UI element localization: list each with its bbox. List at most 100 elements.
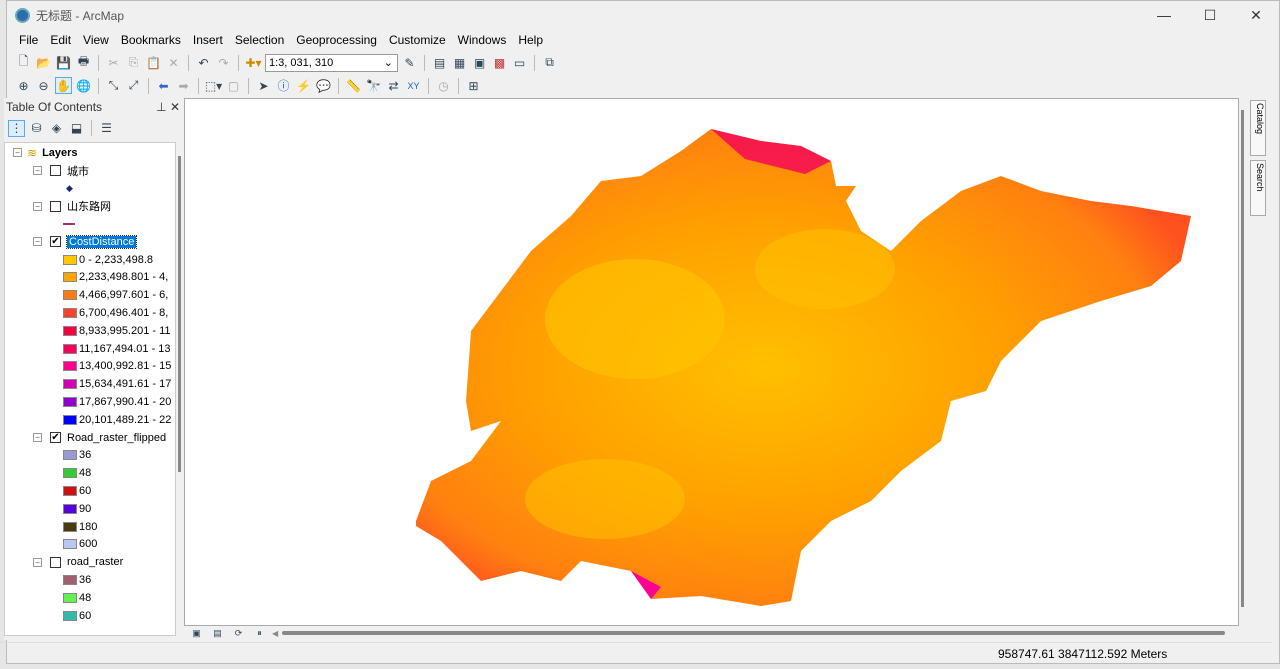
options-icon[interactable]: ☰ bbox=[98, 120, 115, 137]
new-icon[interactable]: 🗋 bbox=[15, 54, 32, 71]
search-window-icon[interactable]: ▣ bbox=[471, 54, 488, 71]
layer-visibility-checkbox[interactable] bbox=[50, 165, 61, 176]
catalog-window-icon[interactable]: ▦ bbox=[451, 54, 468, 71]
find-icon[interactable]: 🔭 bbox=[365, 77, 382, 94]
toc-scrollbar[interactable] bbox=[176, 142, 184, 636]
forward-extent-icon[interactable]: ➡ bbox=[175, 77, 192, 94]
pan-icon[interactable]: ✋ bbox=[55, 77, 72, 94]
layer-row[interactable]: − road_raster bbox=[33, 554, 123, 571]
refresh-icon[interactable]: ⟳ bbox=[230, 625, 247, 642]
list-by-visibility-icon[interactable]: ◈ bbox=[48, 120, 65, 137]
print-icon[interactable]: 🖶 bbox=[75, 54, 92, 71]
measure-icon[interactable]: 📏 bbox=[345, 77, 362, 94]
data-view-icon[interactable]: ▣ bbox=[188, 625, 205, 642]
goto-xy-icon[interactable]: XY bbox=[405, 77, 422, 94]
color-swatch bbox=[63, 325, 77, 336]
menu-geoprocessing[interactable]: Geoprocessing bbox=[290, 33, 383, 47]
html-popup-icon[interactable]: 💬 bbox=[315, 77, 332, 94]
paste-icon[interactable]: 📋 bbox=[145, 54, 162, 71]
pause-icon[interactable]: ⏸ bbox=[251, 625, 268, 642]
delete-icon[interactable]: ✕ bbox=[165, 54, 182, 71]
legend-item: 60 bbox=[63, 482, 91, 499]
menu-edit[interactable]: Edit bbox=[44, 33, 77, 47]
layer-visibility-checkbox[interactable]: ✔ bbox=[50, 236, 61, 248]
modelbuilder-icon[interactable]: ⧉ bbox=[541, 54, 558, 71]
legend-item bbox=[63, 215, 75, 232]
legend-item: 11,167,494.01 - 13 bbox=[63, 340, 171, 357]
menu-file[interactable]: File bbox=[13, 33, 44, 47]
list-by-selection-icon[interactable]: ⬓ bbox=[68, 120, 85, 137]
select-features-icon[interactable]: ⬚▾ bbox=[205, 77, 222, 94]
menu-windows[interactable]: Windows bbox=[452, 33, 513, 47]
editor-icon[interactable]: ✎ bbox=[401, 54, 418, 71]
menu-customize[interactable]: Customize bbox=[383, 33, 452, 47]
create-viewer-icon[interactable]: ⊞ bbox=[465, 77, 482, 94]
catalog-tab[interactable]: Catalog bbox=[1250, 100, 1266, 156]
layer-visibility-checkbox[interactable] bbox=[50, 556, 61, 568]
open-icon[interactable]: 📂 bbox=[35, 54, 52, 71]
scale-dropdown[interactable]: 1:3, 031, 310 ⌄ bbox=[265, 53, 398, 72]
collapse-icon[interactable]: − bbox=[33, 166, 42, 175]
list-by-drawing-order-icon[interactable]: ⋮ bbox=[8, 119, 25, 137]
close-button[interactable]: ✕ bbox=[1233, 1, 1279, 29]
menu-help[interactable]: Help bbox=[512, 33, 549, 47]
collapse-icon[interactable]: − bbox=[13, 148, 22, 157]
color-swatch bbox=[63, 468, 77, 479]
python-window-icon[interactable]: ▭ bbox=[511, 54, 528, 71]
layer-name[interactable]: 山东路网 bbox=[67, 198, 111, 214]
zoom-in-icon[interactable]: ⊕ bbox=[15, 77, 32, 94]
clear-selection-icon[interactable]: ▢ bbox=[225, 77, 242, 94]
toc-close-icon[interactable]: ✕ bbox=[170, 100, 180, 114]
copy-icon[interactable]: ⎘ bbox=[125, 54, 142, 71]
add-data-icon[interactable]: ✚▾ bbox=[245, 54, 262, 71]
redo-icon[interactable]: ↷ bbox=[215, 54, 232, 71]
layer-name[interactable]: 城市 bbox=[67, 163, 89, 179]
scroll-thumb[interactable] bbox=[282, 631, 1225, 635]
identify-icon[interactable]: ⓘ bbox=[275, 77, 292, 94]
menu-insert[interactable]: Insert bbox=[187, 33, 229, 47]
collapse-icon[interactable]: − bbox=[33, 557, 42, 567]
layers-root[interactable]: Layers bbox=[42, 147, 77, 159]
minimize-button[interactable]: — bbox=[1141, 1, 1187, 29]
arctoolbox-icon[interactable]: ▩ bbox=[491, 54, 508, 71]
maximize-button[interactable]: ☐ bbox=[1187, 1, 1233, 29]
back-extent-icon[interactable]: ⬅ bbox=[155, 77, 172, 94]
layer-row[interactable]: − ✔ Road_raster_flipped bbox=[33, 429, 166, 446]
menu-bookmarks[interactable]: Bookmarks bbox=[115, 33, 187, 47]
map-horizontal-scrollbar[interactable]: ▣ ▤ ⟳ ⏸ ◀ bbox=[184, 627, 1239, 639]
list-by-source-icon[interactable]: ⛁ bbox=[28, 120, 45, 137]
menu-bar: File Edit View Bookmarks Insert Selection Geop… bbox=[7, 29, 1279, 51]
collapse-icon[interactable]: − bbox=[33, 201, 42, 211]
toc-window-icon[interactable]: ▤ bbox=[431, 54, 448, 71]
layout-view-icon[interactable]: ▤ bbox=[209, 625, 226, 642]
map-view[interactable] bbox=[184, 98, 1239, 626]
select-elements-icon[interactable]: ➤ bbox=[255, 77, 272, 94]
save-icon[interactable]: 💾 bbox=[55, 54, 72, 71]
pin-icon[interactable]: ⊥ bbox=[156, 100, 166, 114]
hyperlink-icon[interactable]: ⚡ bbox=[295, 77, 312, 94]
full-extent-icon[interactable]: 🌐 bbox=[75, 77, 92, 94]
layer-row[interactable]: − 城市 bbox=[33, 162, 89, 179]
scroll-left-icon[interactable]: ◀ bbox=[272, 629, 278, 638]
color-swatch bbox=[63, 414, 77, 425]
time-slider-icon[interactable]: ◷ bbox=[435, 77, 452, 94]
zoom-out-icon[interactable]: ⊖ bbox=[35, 77, 52, 94]
menu-view[interactable]: View bbox=[77, 33, 115, 47]
menu-selection[interactable]: Selection bbox=[229, 33, 290, 47]
layer-row[interactable]: − ✔ CostDistance bbox=[33, 233, 138, 250]
fixed-zoom-in-icon[interactable]: ⤡ bbox=[105, 77, 122, 94]
map-vertical-scrollbar[interactable] bbox=[1241, 110, 1244, 607]
layer-visibility-checkbox[interactable]: ✔ bbox=[50, 432, 61, 443]
fixed-zoom-out-icon[interactable]: ⤢ bbox=[125, 77, 142, 94]
layer-row[interactable]: − 山东路网 bbox=[33, 198, 111, 215]
find-route-icon[interactable]: ⇄ bbox=[385, 77, 402, 94]
layer-name[interactable]: CostDistance bbox=[65, 234, 138, 249]
cut-icon[interactable]: ✂ bbox=[105, 54, 122, 71]
collapse-icon[interactable]: − bbox=[33, 433, 42, 442]
layer-visibility-checkbox[interactable] bbox=[50, 200, 61, 212]
layer-name[interactable]: road_raster bbox=[67, 556, 123, 568]
collapse-icon[interactable]: − bbox=[33, 237, 42, 247]
layer-name[interactable]: Road_raster_flipped bbox=[67, 432, 166, 444]
search-tab[interactable]: Search bbox=[1250, 160, 1266, 216]
undo-icon[interactable]: ↶ bbox=[195, 54, 212, 71]
